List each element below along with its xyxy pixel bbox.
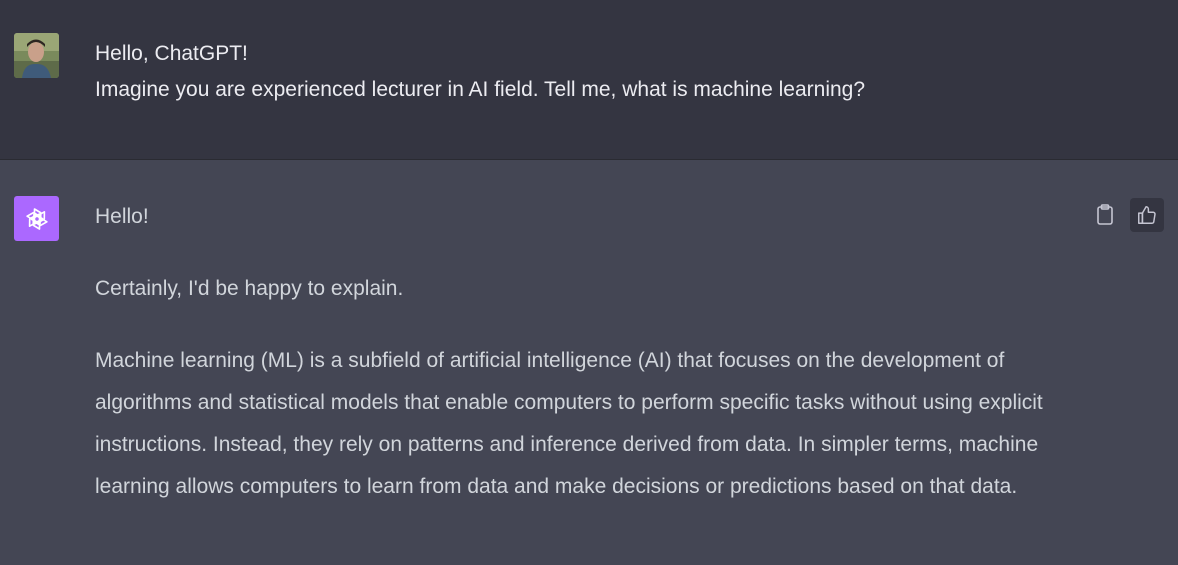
user-message-row: Hello, ChatGPT! Imagine you are experien…: [0, 0, 1178, 160]
assistant-paragraph: Certainly, I'd be happy to explain.: [95, 277, 404, 300]
user-message-text: Hello, ChatGPT! Imagine you are experien…: [95, 36, 865, 108]
copy-button[interactable]: [1088, 198, 1122, 232]
thumbs-up-button[interactable]: [1130, 198, 1164, 232]
openai-logo-icon: [25, 207, 48, 230]
user-photo-icon: [14, 33, 59, 78]
clipboard-icon: [1097, 204, 1113, 225]
assistant-paragraph: Machine learning (ML) is a subfield of a…: [95, 349, 1043, 498]
message-actions: [1088, 198, 1164, 232]
assistant-avatar: [14, 196, 59, 241]
user-message-line: Imagine you are experienced lecturer in …: [95, 78, 866, 101]
user-message-line: Hello, ChatGPT!: [95, 42, 248, 65]
assistant-paragraph: Hello!: [95, 205, 149, 228]
thumbs-up-icon: [1138, 206, 1156, 224]
assistant-message-text: Hello! Certainly, I'd be happy to explai…: [95, 196, 1095, 538]
user-avatar: [14, 33, 59, 78]
assistant-message-row: Hello! Certainly, I'd be happy to explai…: [0, 160, 1178, 565]
